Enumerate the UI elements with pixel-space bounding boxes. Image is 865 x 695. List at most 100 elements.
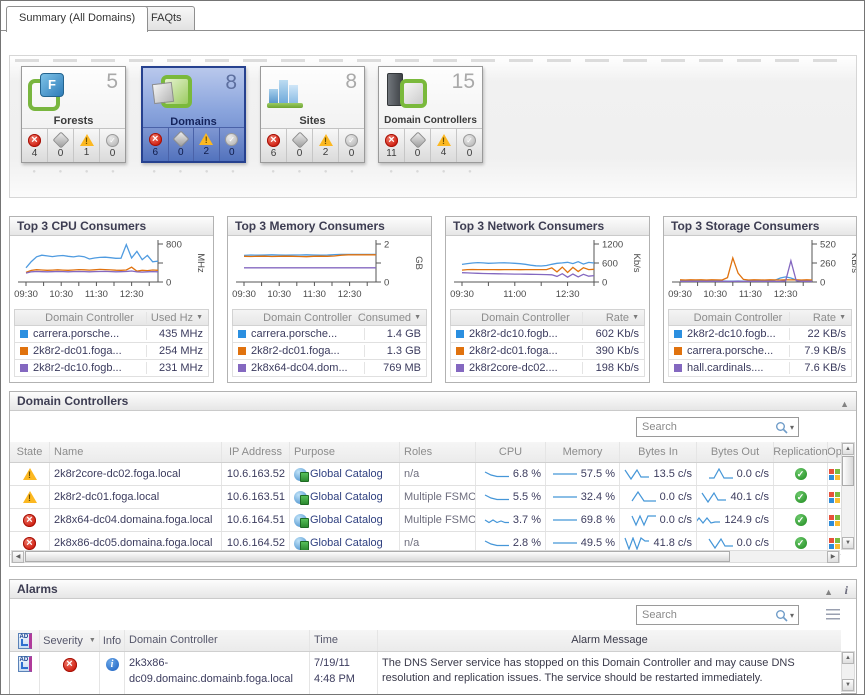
series-color-swatch [238,330,246,338]
dc-link[interactable]: 2k8r2-dc01.foga... [251,345,364,357]
tab-summary[interactable]: Summary (All Domains) [6,6,148,32]
dc-table-header: State Name IP Address Purpose Roles CPU … [10,442,841,463]
dc-link[interactable]: carrera.porsche... [33,328,146,340]
svg-text:1200: 1200 [602,240,623,251]
info-icon[interactable] [106,658,119,671]
tile-domains[interactable]: 8 Domains 6 0 2 0 [141,66,246,163]
series-color-swatch [20,330,28,338]
metric-value: 254 MHz [146,345,208,357]
col-consumed[interactable]: Consumed▼ [364,312,426,324]
scrollbar-thumb[interactable] [25,551,730,562]
search-icon[interactable] [775,421,788,434]
top3-row[interactable]: 2k8r2core-dc02.... 198 Kb/s [450,360,645,377]
top3-row[interactable]: 2k8r2-dc01.foga... 1.3 GB [232,343,427,360]
col-time[interactable]: Time [310,630,378,651]
col-rate[interactable]: Rate▼ [789,312,851,324]
bytes-in-sparkline [631,491,657,504]
tile-forests[interactable]: 5 Forests 4 0 1 0 [21,66,126,163]
top3-row[interactable]: 2k8r2-dc10.fogb... 22 KB/s [668,326,852,343]
dc-link[interactable]: carrera.porsche... [251,328,364,340]
forests-icon [27,71,71,111]
top3-row[interactable]: hall.cardinals.... 7.6 KB/s [668,360,852,377]
dc-link[interactable]: 2k8r2-dc01.foga... [469,345,582,357]
dc-cpu: 6.8 % [476,463,546,485]
col-rate[interactable]: Rate▼ [582,312,644,324]
top3-row[interactable]: 2k8r2-dc01.foga... 254 MHz [14,343,209,360]
alarms-vertical-scrollbar[interactable]: ▲ ▼ [841,651,855,692]
tile-reflection: ●●●● [260,169,365,175]
scroll-down-icon[interactable]: ▼ [842,537,854,549]
col-operating-system[interactable]: Op [828,442,841,462]
table-customizer-icon[interactable] [826,609,840,620]
col-severity[interactable]: Severity▼ [40,630,100,651]
dc-link[interactable]: 2k8r2-dc10.fogb... [469,328,582,340]
metric-value: 22 KB/s [789,328,851,340]
col-cpu[interactable]: CPU [476,442,546,462]
col-memory[interactable]: Memory [546,442,620,462]
col-roles[interactable]: Roles [400,442,476,462]
col-purpose[interactable]: Purpose [290,442,400,462]
tab-summary-label: Summary (All Domains) [19,12,135,24]
state-icon [23,468,37,480]
col-alarm-message[interactable]: Alarm Message [378,630,841,651]
sites-icon [266,71,310,111]
scroll-left-icon[interactable]: ◀ [12,551,24,563]
dc-link[interactable]: 2k8r2-dc01.foga... [33,345,146,357]
top3-row[interactable]: 2k8x64-dc04.dom... 769 MB [232,360,427,377]
tile-domain-controllers[interactable]: 15 Domain Controllers 11 0 4 0 [378,66,483,163]
tile-sites[interactable]: 8 Sites 6 0 2 0 [260,66,365,163]
replication-status-icon [795,491,807,503]
col-name[interactable]: Name [50,442,222,462]
top3-row[interactable]: 2k8r2-dc01.foga... 390 Kb/s [450,343,645,360]
col-domain-controller: Domain Controller [33,312,146,324]
svg-text:600: 600 [602,259,618,270]
alarm-row[interactable]: 2k3x86-dc09.domainc.domainb.foga.local 7… [10,652,841,695]
dc-table-row[interactable]: 2k8x64-dc04.domaina.foga.local 10.6.164.… [10,509,841,532]
top3-row[interactable]: 2k8r2-dc10.fogb... 602 Kb/s [450,326,645,343]
info-panel-icon[interactable]: i [845,581,848,599]
scroll-up-icon[interactable]: ▲ [842,652,854,664]
critical-icon [52,132,69,149]
col-bytes-in[interactable]: Bytes In [620,442,697,462]
scroll-down-icon[interactable]: ▼ [842,679,854,691]
col-state[interactable]: State [10,442,50,462]
search-input[interactable] [637,609,775,621]
col-ip-address[interactable]: IP Address [222,442,290,462]
dc-link[interactable]: 2k8x64-dc04.dom... [251,362,364,374]
col-domain-controller[interactable]: Domain Controller [125,630,310,651]
svg-text:12:30: 12:30 [338,289,362,300]
search-icon[interactable] [775,609,788,622]
top3-row[interactable]: carrera.porsche... 435 MHz [14,326,209,343]
top3-row[interactable]: carrera.porsche... 1.4 GB [232,326,427,343]
dc-roles: Multiple FSMO [400,486,476,508]
col-bytes-out[interactable]: Bytes Out [697,442,774,462]
search-input[interactable] [637,421,775,433]
scroll-up-icon[interactable]: ▲ [842,443,854,455]
domains-icon [148,72,192,112]
col-used-hz[interactable]: Used Hz▼ [146,312,208,324]
dc-table-row[interactable]: 2k8r2-dc01.foga.local 10.6.163.51 Global… [10,486,841,509]
dc-link[interactable]: 2k8r2core-dc02.... [469,362,582,374]
normal-icon [225,133,238,146]
replication-status-icon [795,537,807,549]
top3-cpu-panel: Top 3 CPU Consumers 8000MHz09:3010:3011:… [9,216,214,383]
svg-text:09:30: 09:30 [14,289,38,300]
dc-horizontal-scrollbar[interactable]: ◀ ▶ [11,550,840,563]
dc-table-row[interactable]: 2k8r2core-dc02.foga.local 10.6.163.52 Gl… [10,463,841,486]
dc-link[interactable]: hall.cardinals.... [687,362,789,374]
col-replication[interactable]: Replication [774,442,828,462]
app-window: Summary (All Domains) FAQts 5 Forests 4 … [0,0,865,695]
memory-sparkline [552,537,578,550]
top3-row[interactable]: carrera.porsche... 7.9 KB/s [668,343,852,360]
search-options-caret-icon[interactable]: ▾ [790,423,794,432]
scrollbar-thumb[interactable] [842,456,854,486]
col-info[interactable]: Info [100,630,125,651]
scroll-right-icon[interactable]: ▶ [827,551,839,563]
series-color-swatch [456,330,464,338]
search-options-caret-icon[interactable]: ▾ [790,611,794,620]
dc-vertical-scrollbar[interactable]: ▲ ▼ [841,442,855,550]
top3-row[interactable]: 2k8r2-dc10.fogb... 231 MHz [14,360,209,377]
dc-link[interactable]: 2k8r2-dc10.fogb... [33,362,146,374]
dc-link[interactable]: 2k8r2-dc10.fogb... [687,328,789,340]
dc-link[interactable]: carrera.porsche... [687,345,789,357]
